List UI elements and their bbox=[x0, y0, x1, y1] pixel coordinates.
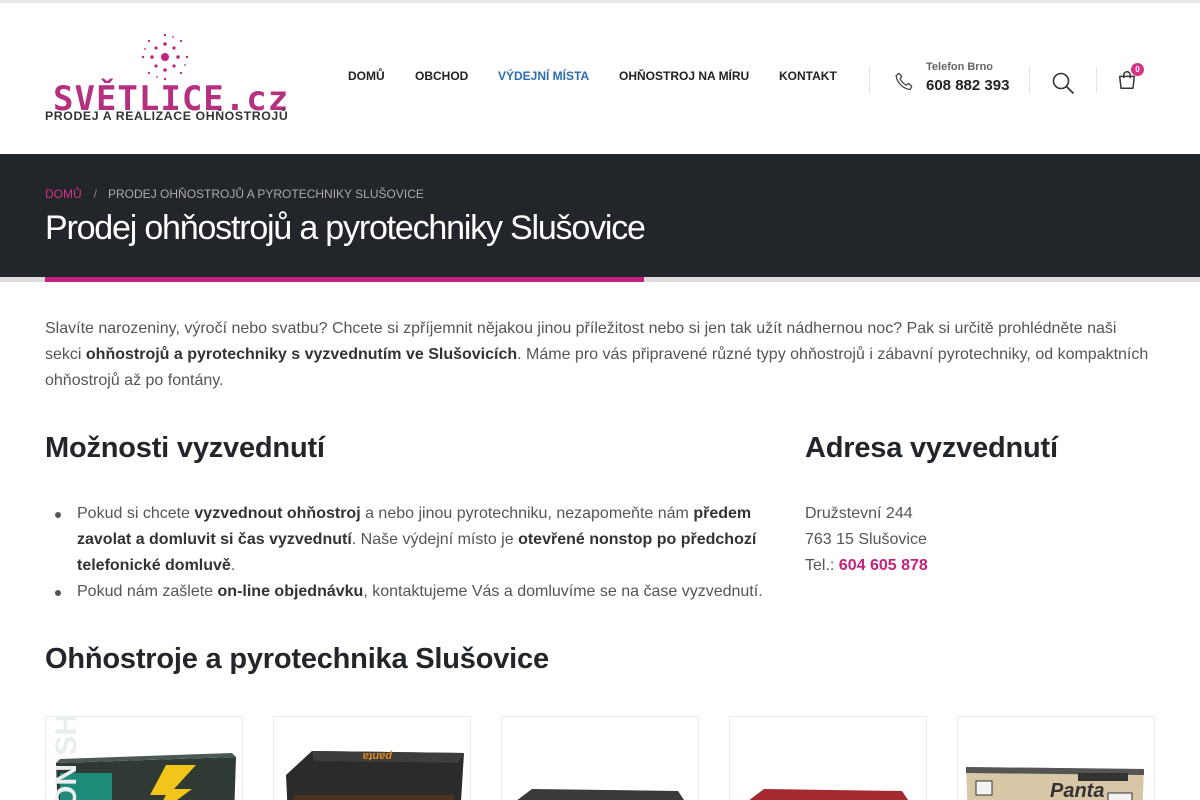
product-card[interactable]: panta bbox=[273, 716, 471, 800]
phone-number-link[interactable]: 608 882 393 bbox=[926, 77, 1009, 94]
fireworks-box-green-image: ON SHOTS bbox=[50, 717, 236, 800]
product-card-label: Panta bbox=[1050, 780, 1104, 800]
breadcrumb-separator: / bbox=[93, 187, 98, 201]
nav-item-shop[interactable]: OBCHOD bbox=[415, 69, 468, 83]
header-divider bbox=[1029, 67, 1030, 93]
site-logo[interactable]: SVĚTLICE.cz PRODEJ A REALIZACE OHŇOSTROJ… bbox=[45, 33, 297, 129]
list-item: Pokud si chcete vyzvednout ohňostroj a n… bbox=[55, 501, 777, 579]
address-city: 763 15 Slušovice bbox=[805, 531, 927, 548]
intro-bold: ohňostrojů a pyrotechniky s vyzvednutím … bbox=[85, 346, 518, 363]
fireworks-box-red-image bbox=[749, 789, 908, 800]
fireworks-box-panta-image: Panta bbox=[966, 767, 1144, 800]
cart-count-badge: 0 bbox=[1131, 63, 1144, 76]
site-header: SVĚTLICE.cz PRODEJ A REALIZACE OHŇOSTROJ… bbox=[0, 3, 1200, 154]
address-phone: Tel.: 604 605 878 bbox=[805, 557, 928, 574]
product-card[interactable]: ON SHOTS bbox=[45, 716, 243, 800]
pickup-address-heading: Adresa vyzvednutí bbox=[805, 432, 1058, 464]
page-hero: DOMŮ / PRODEJ OHŇOSTROJŮ A PYROTECHNIKY SL… bbox=[0, 154, 1200, 277]
pickup-options-heading: Možnosti vyzvednutí bbox=[45, 432, 325, 464]
pickup-address: Družstevní 244 763 15 Slušovice Tel.: 60… bbox=[805, 501, 928, 579]
header-divider bbox=[1096, 67, 1097, 93]
nav-item-pickup-points[interactable]: VÝDEJNÍ MÍSTA bbox=[498, 69, 589, 83]
address-street: Družstevní 244 bbox=[805, 505, 913, 522]
product-card[interactable]: Panta bbox=[957, 716, 1155, 800]
product-card-label: panta bbox=[363, 750, 393, 762]
products-heading: Ohňostroje a pyrotechnika Slušovice bbox=[45, 643, 549, 675]
product-card-label: ON SHOTS bbox=[50, 717, 83, 800]
title-underline-accent bbox=[45, 277, 644, 282]
breadcrumb-current: PRODEJ OHŇOSTROJŮ A PYROTECHNIKY SLUŠOVI… bbox=[108, 187, 424, 201]
page-title: Prodej ohňostrojů a pyrotechniky Slušovi… bbox=[45, 209, 646, 247]
nav-item-custom-fireworks[interactable]: OHŇOSTROJ NA MÍRU bbox=[619, 69, 749, 83]
fireworks-box-grey-image bbox=[517, 789, 684, 800]
pickup-options-list: Pokud si chcete vyzvednout ohňostroj a n… bbox=[55, 501, 777, 605]
title-underline bbox=[0, 277, 1200, 282]
list-item: Pokud nám zašlete on-line objednávku, ko… bbox=[55, 579, 777, 605]
fireworks-box-dark-image: panta bbox=[286, 750, 464, 800]
phone-icon bbox=[895, 72, 913, 91]
breadcrumb: DOMŮ / PRODEJ OHŇOSTROJŮ A PYROTECHNIKY SL… bbox=[45, 187, 424, 201]
phone-label: Telefon Brno bbox=[926, 61, 994, 73]
breadcrumb-home-link[interactable]: DOMŮ bbox=[45, 187, 82, 201]
product-card[interactable] bbox=[501, 716, 699, 800]
nav-item-home[interactable]: DOMŮ bbox=[348, 69, 385, 83]
product-card[interactable] bbox=[729, 716, 927, 800]
intro-paragraph: Slavíte narozeniny, výročí nebo svatbu? … bbox=[45, 316, 1157, 394]
header-divider bbox=[869, 67, 870, 93]
logo-tagline: PRODEJ A REALIZACE OHŇOSTROJŮ bbox=[45, 109, 289, 123]
nav-item-contact[interactable]: KONTAKT bbox=[779, 69, 837, 83]
search-icon[interactable] bbox=[1051, 71, 1075, 95]
address-phone-link[interactable]: 604 605 878 bbox=[839, 557, 928, 574]
